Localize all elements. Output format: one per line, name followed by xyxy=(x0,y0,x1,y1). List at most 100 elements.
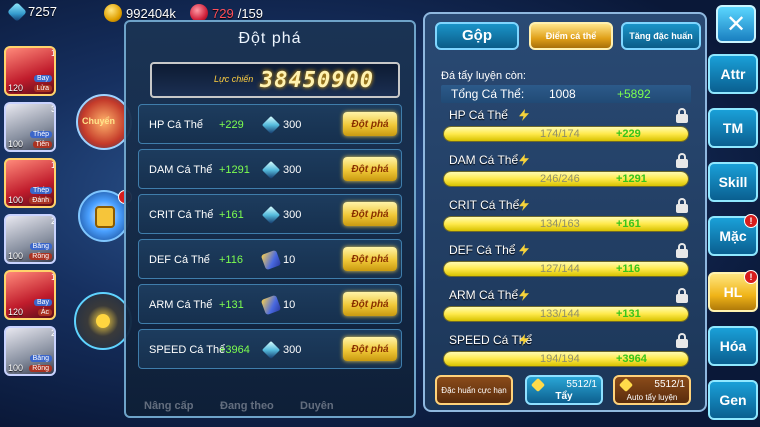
nav-tm[interactable]: TM xyxy=(708,108,758,148)
lock-icon[interactable] xyxy=(675,108,689,124)
radar-icon xyxy=(96,314,110,328)
team-member[interactable]: 1 Bay Lửa 120 xyxy=(4,46,56,96)
auto-wash-button[interactable]: 5512/1 Auto tẩy luyện xyxy=(613,375,691,405)
lock-icon[interactable] xyxy=(675,153,689,169)
breakthrough-button[interactable]: Đột phá xyxy=(343,112,397,136)
total-value: 1008 xyxy=(549,87,576,101)
breakthrough-panel: Đột phá Lực chiến 38450900 HP Cá Thể +22… xyxy=(124,20,416,418)
nav-hl[interactable]: HL! xyxy=(708,270,758,312)
total-individual-box: Tổng Cá Thể: 1008 +5892 xyxy=(441,85,691,103)
breakthrough-button[interactable]: Đột phá xyxy=(343,337,397,361)
slot-number: 2 xyxy=(50,216,56,226)
wand-icon xyxy=(260,294,282,316)
stat-name: HP Cá Thể xyxy=(449,108,508,122)
combat-power-box: Lực chiến 38450900 xyxy=(150,62,400,98)
stat-label: CRIT Cá Thể xyxy=(149,209,214,221)
locked-feature-button[interactable]: ! xyxy=(78,190,132,242)
type-tag: Bay xyxy=(33,299,52,306)
panel-title: Đột phá xyxy=(238,30,302,47)
type-tag: Thép xyxy=(30,187,52,194)
combat-power-value: 38450900 xyxy=(260,68,374,93)
cost-value: 10 xyxy=(283,254,296,266)
lock-icon[interactable] xyxy=(675,243,689,259)
lock-icon[interactable] xyxy=(675,198,689,214)
breakthrough-row: CRIT Cá Thể +161 300 Đột phá xyxy=(138,194,402,234)
nav-gen[interactable]: Gen xyxy=(708,380,758,420)
diamond-icon xyxy=(261,340,281,360)
stat-bonus: +1291 xyxy=(219,164,250,176)
team-member[interactable]: 1 Bay Ác 120 xyxy=(4,270,56,320)
wash-button[interactable]: 5512/1 Tẩy xyxy=(525,375,603,405)
type-tag: Bay xyxy=(33,75,52,82)
stat-bonus: +3964 xyxy=(219,344,250,356)
nav-equip[interactable]: Mặc! xyxy=(708,214,758,256)
cost-value: 300 xyxy=(283,344,302,356)
stat-bonus: +131 xyxy=(616,308,641,320)
nav-skill[interactable]: Skill xyxy=(708,162,758,202)
slot-number: 1 xyxy=(50,160,56,170)
extreme-training-button[interactable]: Đặc huấn cực hạn xyxy=(435,375,513,405)
lightning-icon xyxy=(519,199,529,211)
diamond-value: 7257 xyxy=(28,4,57,19)
tab-special-training[interactable]: Tăng đặc huấn xyxy=(621,22,701,50)
cost-value: 10 xyxy=(283,299,296,311)
stat-current: 194/194 xyxy=(540,353,580,365)
wand-icon xyxy=(260,249,282,271)
breakthrough-button[interactable]: Đột phá xyxy=(343,157,397,181)
diamond-counter[interactable]: 7257 xyxy=(7,1,57,22)
breakthrough-row: ARM Cá Thể +131 10 Đột phá xyxy=(138,284,402,324)
type-tag: Rồng xyxy=(29,365,52,372)
stat-bonus: +161 xyxy=(616,218,641,230)
stat-label: HP Cá Thể xyxy=(149,119,204,131)
training-panel: Gộp Điểm cá thể Tăng đặc huấn Đá tẩy luy… xyxy=(423,12,707,412)
stat-current: 127/144 xyxy=(540,263,580,275)
diamond-icon xyxy=(261,205,281,225)
type-tag: Ác xyxy=(37,309,52,316)
nav-transform[interactable]: Hóa xyxy=(708,326,758,366)
lock-icon[interactable] xyxy=(675,288,689,304)
breakthrough-button[interactable]: Đột phá xyxy=(343,292,397,316)
breakthrough-button[interactable]: Đột phá xyxy=(343,202,397,226)
nav-label: Gen xyxy=(719,392,747,408)
stone-icon xyxy=(530,377,546,393)
level-label: 120 xyxy=(8,83,24,93)
breakthrough-button[interactable]: Đột phá xyxy=(343,247,397,271)
auto-wash-count: 5512/1 xyxy=(654,379,685,390)
background-tabs: Nâng cấp Đang theo Duyên xyxy=(130,398,370,420)
type-tag: Băng xyxy=(29,243,52,250)
energy-current: 729 xyxy=(212,5,234,21)
level-label: 100 xyxy=(8,251,24,261)
team-member[interactable]: 3 Thép Tiên 100 xyxy=(4,102,56,152)
stat-bonus: +229 xyxy=(616,128,641,140)
stat-row: HP Cá Thể 174/174 +229 xyxy=(443,108,691,148)
lock-icon[interactable] xyxy=(675,333,689,349)
stat-label: SPEED Cá Thể xyxy=(149,344,226,356)
tab-merge[interactable]: Gộp xyxy=(435,22,519,50)
total-label: Tổng Cá Thể: xyxy=(451,87,525,101)
nav-attr[interactable]: Attr xyxy=(708,54,758,94)
team-member[interactable]: 2 Băng Rồng 100 xyxy=(4,214,56,264)
stat-label: DAM Cá Thể xyxy=(149,164,213,176)
team-column: 1 Bay Lửa 120 3 Thép Tiên 100 1 Thép Đán… xyxy=(0,40,70,427)
stat-progress-bar: 134/163 +161 xyxy=(443,216,689,232)
stat-bonus: +1291 xyxy=(616,173,647,185)
team-member[interactable]: 1 Thép Đánh 100 xyxy=(4,158,56,208)
close-button[interactable]: ✕ xyxy=(716,5,756,43)
following-tab-label: Đang theo xyxy=(220,400,274,412)
auto-wash-label: Auto tẩy luyện xyxy=(626,393,678,402)
stat-progress-bar: 133/144 +131 xyxy=(443,306,689,322)
tab-individual-points[interactable]: Điểm cá thể xyxy=(529,22,613,50)
wash-count: 5512/1 xyxy=(566,379,597,390)
stat-name: DAM Cá Thể xyxy=(449,153,519,167)
gold-coin-icon xyxy=(104,4,122,22)
lock-icon xyxy=(95,206,115,228)
slot-number: 2 xyxy=(50,328,56,338)
team-member[interactable]: 2 Băng Rồng 100 xyxy=(4,326,56,376)
diamond-icon xyxy=(7,1,27,22)
cost-value: 300 xyxy=(283,209,302,221)
stat-bonus: +229 xyxy=(219,119,244,131)
total-bonus: +5892 xyxy=(617,87,651,101)
type-tag: Đánh xyxy=(29,197,52,204)
stat-row: SPEED Cá Thể 194/194 +3964 xyxy=(443,333,691,373)
stat-bonus: +116 xyxy=(219,254,243,266)
